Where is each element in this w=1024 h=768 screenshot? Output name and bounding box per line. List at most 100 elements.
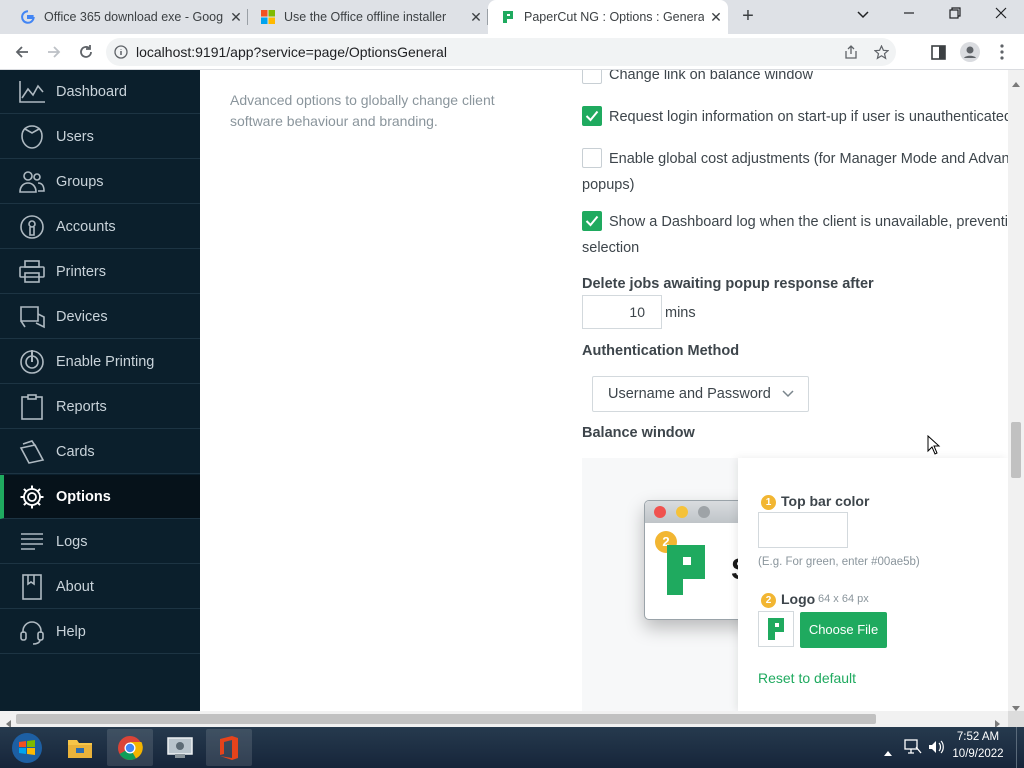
windows-taskbar: 7:52 AM 10/9/2022 [0,727,1024,768]
tab-search-chevron-icon[interactable] [840,0,886,30]
reset-to-default-link[interactable]: Reset to default [758,670,856,686]
users-icon [18,123,46,151]
new-tab-button[interactable]: + [736,4,760,30]
sidebar-item-users[interactable]: Users [0,115,200,159]
sidebar-item-label: Logs [56,533,88,550]
global-cost-label-line1: Enable global cost adjustments (for Mana… [609,151,1008,167]
close-window-button[interactable] [978,0,1024,30]
request-login-label: Request login information on start-up if… [609,109,1008,125]
microsoft-logo-icon [260,9,276,25]
top-bar-badge: 1 [761,495,776,510]
taskbar-clock-date[interactable]: 10/9/2022 [948,748,1008,760]
logo-thumbnail [758,611,794,647]
sidebar-item-devices[interactable]: Devices [0,295,200,339]
show-hidden-icons-arrow-icon[interactable] [884,743,892,761]
scroll-corner [1008,711,1024,727]
top-bar-color-hint: (E.g. For green, enter #00ae5b) [758,556,920,568]
office-logo-icon [220,735,238,760]
horizontal-scroll-thumb[interactable] [16,714,876,724]
vertical-scroll-thumb[interactable] [1011,422,1021,478]
sidebar-item-label: Cards [56,443,95,460]
change-link-checkbox[interactable] [582,70,602,84]
printer-icon [18,258,46,286]
sidebar-item-enable-printing[interactable]: Enable Printing [0,340,200,384]
address-bar[interactable]: localhost:9191/app?service=page/OptionsG… [106,38,896,66]
logs-icon [18,528,46,556]
close-tab-icon[interactable]: ✕ [704,9,728,26]
balance-settings-panel: 1 Top bar color (E.g. For green, enter #… [738,458,1008,711]
balance-window-preview: 2 S 1 Top bar color (E.g. For green, ent… [582,458,1008,711]
scroll-up-arrow-icon[interactable] [1012,74,1020,92]
sidebar-item-about[interactable]: About [0,565,200,609]
tab-title: Use the Office offline installer [284,10,447,24]
vertical-scrollbar[interactable] [1008,70,1024,711]
mouse-cursor-icon [927,434,941,460]
sidebar-item-printers[interactable]: Printers [0,250,200,294]
sidebar-item-cards[interactable]: Cards [0,430,200,474]
mock-maximize-dot-icon [698,506,710,518]
cards-icon [18,438,46,466]
chevron-down-icon [782,386,794,402]
close-tab-icon[interactable]: ✕ [224,9,248,26]
section-description: Advanced options to globally change clie… [230,92,495,129]
top-bar-color-input[interactable] [758,512,848,548]
papercut-logo-icon [768,618,784,640]
back-button[interactable] [6,34,38,70]
enable-printing-icon [18,348,46,376]
delete-jobs-minutes-input[interactable]: 10 [582,295,662,329]
auth-method-select[interactable]: Username and Password [592,376,809,412]
reports-clipboard-icon [18,393,46,421]
chrome-taskbar-button[interactable] [107,729,153,766]
profile-avatar-icon[interactable] [954,34,986,70]
restore-button[interactable] [932,0,978,30]
request-login-checkbox[interactable] [582,106,602,126]
dashboard-log-checkbox[interactable] [582,211,602,231]
sidebar-item-accounts[interactable]: Accounts [0,205,200,249]
sidebar-item-help[interactable]: Help [0,610,200,654]
volume-tray-icon[interactable] [928,739,944,760]
browser-toolbar: localhost:9191/app?service=page/OptionsG… [0,34,1024,70]
sidebar-item-logs[interactable]: Logs [0,520,200,564]
close-tab-icon[interactable]: ✕ [464,9,488,26]
sidebar-item-label: Devices [56,308,108,325]
start-button[interactable] [4,729,50,766]
browser-tab-office[interactable]: Use the Office offline installer ✕ [248,0,488,34]
tab-title: Office 365 download exe - Goog [44,10,224,24]
chrome-icon [118,735,143,760]
gear-icon [18,483,46,511]
bookmark-star-icon[interactable] [866,44,896,60]
logo-size-hint: 64 x 64 px [818,593,869,605]
sidebar-item-reports[interactable]: Reports [0,385,200,429]
network-app-taskbar-button[interactable] [157,729,203,766]
taskbar-clock-time[interactable]: 7:52 AM [948,731,1008,743]
sidebar-item-dashboard[interactable]: Dashboard [0,70,200,114]
office-taskbar-button[interactable] [206,729,252,766]
site-info-icon[interactable] [106,45,136,59]
file-explorer-taskbar-button[interactable] [57,729,103,766]
sidebar-item-label: Enable Printing [56,353,155,370]
auth-method-label: Authentication Method [582,343,740,359]
sidebar-item-label: Accounts [56,218,116,235]
tab-title: PaperCut NG : Options : General [524,10,704,24]
sidebar-item-label: Printers [56,263,106,280]
browser-menu-icon[interactable] [986,34,1018,70]
side-panel-icon[interactable] [922,34,954,70]
browser-tab-papercut[interactable]: PaperCut NG : Options : General ✕ [488,0,728,34]
share-icon[interactable] [836,45,866,59]
sidebar-item-label: Reports [56,398,107,415]
sidebar-item-groups[interactable]: Groups [0,160,200,204]
choose-file-button[interactable]: Choose File [800,612,887,648]
network-tray-icon[interactable] [904,739,922,760]
show-desktop-button[interactable] [1016,727,1024,768]
horizontal-scrollbar[interactable] [0,711,1008,728]
reload-button[interactable] [70,34,102,70]
logo-label: Logo [781,591,816,607]
browser-tab-google[interactable]: Office 365 download exe - Goog ✕ [8,0,248,34]
global-cost-checkbox[interactable] [582,148,602,168]
forward-button[interactable] [38,34,70,70]
balance-window-label: Balance window [582,425,695,441]
minimize-button[interactable] [886,0,932,30]
auth-method-selected: Username and Password [608,386,771,402]
change-link-label: Change link on balance window [609,70,813,83]
sidebar-item-options[interactable]: Options [0,475,200,519]
